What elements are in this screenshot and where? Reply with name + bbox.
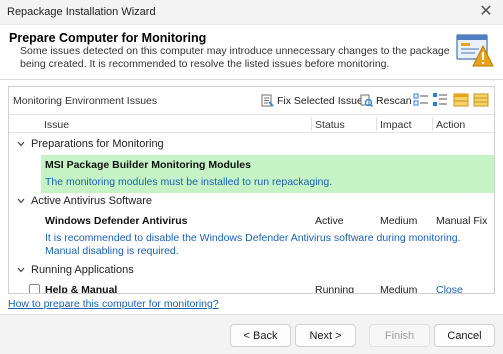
page-title: Prepare Computer for Monitoring [9, 31, 207, 45]
page-description: Some issues detected on this computer ma… [20, 45, 450, 70]
item-title: MSI Package Builder Monitoring Modules [45, 159, 251, 171]
group-preparations[interactable]: Preparations for Monitoring [9, 136, 494, 154]
item-impact: Medium [380, 215, 418, 227]
column-separator [311, 117, 312, 131]
header-divider [0, 79, 503, 80]
item-title: Windows Defender Antivirus [45, 215, 188, 227]
group-antivirus[interactable]: Active Antivirus Software [9, 193, 494, 211]
panel-title: Monitoring Environment Issues [13, 95, 158, 107]
column-status[interactable]: Status [315, 119, 345, 131]
item-status: Running [315, 284, 355, 294]
close-app-link[interactable]: Close [436, 284, 463, 293]
rescan-icon [360, 94, 373, 107]
rescan-button[interactable]: Rescan [360, 92, 412, 109]
wizard-footer: < Back Next > Finish Cancel [0, 314, 503, 354]
expand-all-icon[interactable] [413, 92, 429, 108]
item-description: The monitoring modules must be installed… [45, 176, 333, 188]
view-list-icon[interactable] [473, 92, 489, 108]
item-impact: Medium [380, 284, 418, 294]
help-link[interactable]: How to prepare this computer for monitor… [8, 298, 219, 310]
group-label: Preparations for Monitoring [31, 138, 164, 150]
column-separator [376, 117, 377, 131]
fix-selected-issues-button[interactable]: Fix Selected Issues [261, 92, 368, 109]
fix-selected-issues-label: Fix Selected Issues [277, 94, 369, 107]
chevron-down-icon[interactable] [16, 139, 26, 149]
group-running-apps[interactable]: Running Applications [9, 262, 494, 280]
issues-panel: Monitoring Environment Issues Fix Select… [8, 86, 495, 294]
window-title: Repackage Installation Wizard [7, 6, 156, 18]
cancel-button[interactable]: Cancel [434, 324, 495, 347]
item-title: Help & Manual [45, 284, 118, 294]
item-checkbox[interactable] [29, 284, 40, 293]
item-description: It is recommended to disable the Windows… [45, 232, 461, 257]
column-header: Issue Status Impact Action [9, 114, 494, 133]
group-label: Running Applications [31, 264, 134, 276]
close-icon[interactable]: ✕ [475, 3, 497, 21]
column-issue[interactable]: Issue [44, 119, 69, 131]
group-label: Active Antivirus Software [31, 195, 153, 207]
chevron-down-icon[interactable] [16, 265, 26, 275]
title-bar: Repackage Installation Wizard ✕ [0, 0, 503, 25]
item-status: Active [315, 215, 344, 227]
collapse-all-icon[interactable] [432, 92, 448, 108]
back-button[interactable]: < Back [230, 324, 291, 347]
chevron-down-icon[interactable] [16, 196, 26, 206]
fix-icon [261, 94, 274, 107]
next-button[interactable]: Next > [295, 324, 356, 347]
item-action: Manual Fix [436, 215, 488, 227]
view-grouped-icon[interactable] [453, 92, 469, 108]
rescan-label: Rescan [376, 94, 412, 107]
column-impact[interactable]: Impact [380, 119, 412, 131]
column-action[interactable]: Action [436, 119, 465, 131]
monitor-warning-icon [456, 34, 494, 67]
wizard-header: Prepare Computer for Monitoring Some iss… [0, 26, 503, 78]
panel-toolbar: Monitoring Environment Issues Fix Select… [9, 87, 494, 113]
finish-button[interactable]: Finish [369, 324, 430, 347]
column-separator [432, 117, 433, 131]
